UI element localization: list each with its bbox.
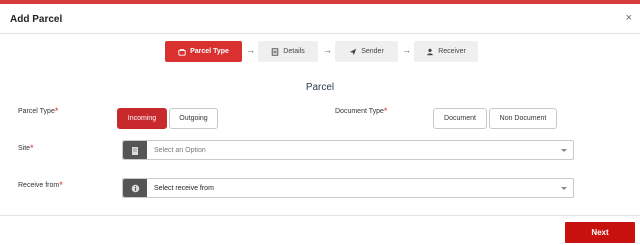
document-button[interactable]: Document: [433, 108, 487, 129]
step-arrow: →: [323, 45, 332, 55]
next-button[interactable]: Next: [565, 222, 635, 243]
info-icon: [123, 179, 147, 197]
site-select-value: Select an Option: [154, 146, 206, 154]
modal-title: Add Parcel: [10, 14, 63, 25]
send-icon: [350, 48, 357, 55]
close-icon[interactable]: ×: [626, 12, 632, 24]
receive-from-select[interactable]: Select receive from: [122, 178, 574, 198]
document-type-label: Document Type*: [335, 106, 388, 116]
parcel-icon: [178, 48, 186, 56]
step-label: Receiver: [438, 48, 466, 55]
site-label: Site*: [18, 143, 34, 153]
step-label: Details: [283, 48, 305, 55]
details-icon: [272, 47, 279, 56]
non-document-button[interactable]: Non Document: [489, 108, 557, 129]
site-select[interactable]: Select an Option: [122, 140, 574, 160]
chevron-down-icon: [561, 186, 567, 190]
user-icon: [427, 48, 433, 55]
chevron-down-icon: [561, 148, 567, 152]
add-parcel-modal: Add Parcel × Parcel Type → Details → Sen…: [0, 4, 640, 245]
step-details[interactable]: Details: [258, 41, 318, 62]
step-parcel-type[interactable]: Parcel Type: [165, 41, 242, 62]
incoming-button[interactable]: Incoming: [117, 108, 167, 129]
parcel-type-label: Parcel Type*: [18, 106, 59, 116]
step-sender[interactable]: Sender: [335, 41, 398, 62]
section-title: Parcel: [305, 82, 335, 93]
receive-from-label: Receive from*: [18, 180, 63, 190]
step-arrow: →: [246, 45, 255, 55]
step-label: Sender: [361, 48, 384, 55]
modal-header: Add Parcel ×: [0, 4, 640, 34]
footer-divider: [0, 215, 640, 216]
building-icon: [123, 141, 147, 159]
receive-from-select-value: Select receive from: [154, 184, 214, 192]
step-arrow: →: [402, 45, 411, 55]
step-receiver[interactable]: Receiver: [414, 41, 478, 62]
outgoing-button[interactable]: Outgoing: [169, 108, 218, 129]
step-label: Parcel Type: [190, 48, 229, 55]
stepper: Parcel Type → Details → Sender → Receive…: [0, 41, 640, 63]
